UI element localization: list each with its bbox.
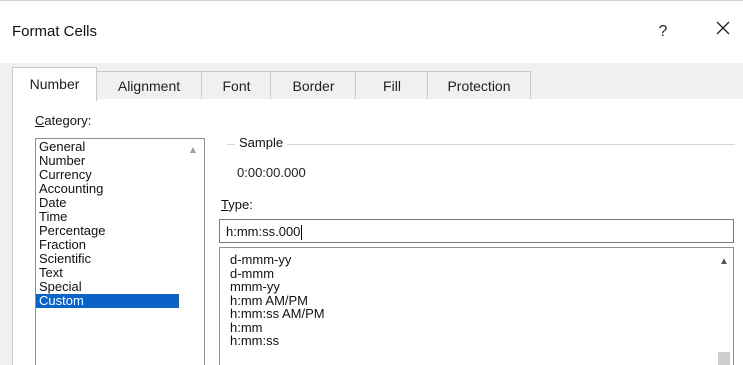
- tab-alignment[interactable]: Alignment: [95, 71, 203, 100]
- sample-group: Sample 0:00:00.000: [227, 135, 735, 189]
- format-cells-dialog: Format Cells ? Number Alignment Font Bor…: [0, 0, 743, 365]
- chevron-up-icon[interactable]: ▲: [186, 145, 200, 157]
- category-item-text[interactable]: Text: [36, 266, 204, 280]
- type-item[interactable]: h:mm:ss AM/PM: [220, 307, 733, 321]
- close-icon: [715, 21, 731, 40]
- sample-value: 0:00:00.000: [237, 165, 306, 180]
- type-list[interactable]: d-mmm-yy d-mmm mmm-yy h:mm AM/PM h:mm:ss…: [219, 247, 734, 365]
- chevron-up-icon[interactable]: ▲: [717, 256, 731, 268]
- type-item[interactable]: h:mm:ss: [220, 334, 733, 348]
- category-item-general[interactable]: General: [36, 140, 204, 154]
- category-item-special[interactable]: Special: [36, 280, 204, 294]
- type-input[interactable]: h:mm:ss.000: [219, 219, 734, 243]
- type-label: Type:: [221, 197, 253, 212]
- category-item-accounting[interactable]: Accounting: [36, 182, 204, 196]
- type-item[interactable]: mmm-yy: [220, 280, 733, 294]
- tab-border[interactable]: Border: [270, 71, 357, 100]
- category-item-date[interactable]: Date: [36, 196, 204, 210]
- sample-legend: Sample: [235, 135, 288, 150]
- type-item[interactable]: d-mmm-yy: [220, 253, 733, 267]
- category-item-time[interactable]: Time: [36, 210, 204, 224]
- tab-protection[interactable]: Protection: [427, 71, 531, 100]
- tab-bar: Number Alignment Font Border Fill Protec…: [0, 63, 743, 101]
- title-bar: Format Cells ?: [0, 1, 743, 63]
- type-item[interactable]: h:mm: [220, 320, 733, 335]
- tab-number[interactable]: Number: [12, 67, 97, 101]
- category-item-number[interactable]: Number: [36, 154, 204, 168]
- scroll-thumb[interactable]: [718, 352, 730, 365]
- tab-fill[interactable]: Fill: [355, 71, 429, 100]
- category-item-scientific[interactable]: Scientific: [36, 252, 204, 266]
- type-item[interactable]: h:mm AM/PM: [220, 293, 733, 308]
- category-label: Category:: [35, 113, 92, 128]
- type-item[interactable]: d-mmm: [220, 266, 733, 281]
- number-tab-panel: Category: General Number Currency Accoun…: [12, 99, 743, 365]
- category-item-percentage[interactable]: Percentage: [36, 224, 204, 238]
- dialog-title: Format Cells: [12, 23, 98, 40]
- tab-font[interactable]: Font: [201, 71, 272, 100]
- help-button[interactable]: ?: [650, 19, 676, 45]
- category-item-custom[interactable]: Custom: [36, 294, 179, 308]
- close-button[interactable]: [708, 17, 738, 47]
- category-item-fraction[interactable]: Fraction: [36, 238, 204, 252]
- type-list-scrollbar[interactable]: ▲: [715, 248, 733, 365]
- category-item-currency[interactable]: Currency: [36, 168, 204, 182]
- category-list[interactable]: General Number Currency Accounting Date …: [35, 138, 205, 365]
